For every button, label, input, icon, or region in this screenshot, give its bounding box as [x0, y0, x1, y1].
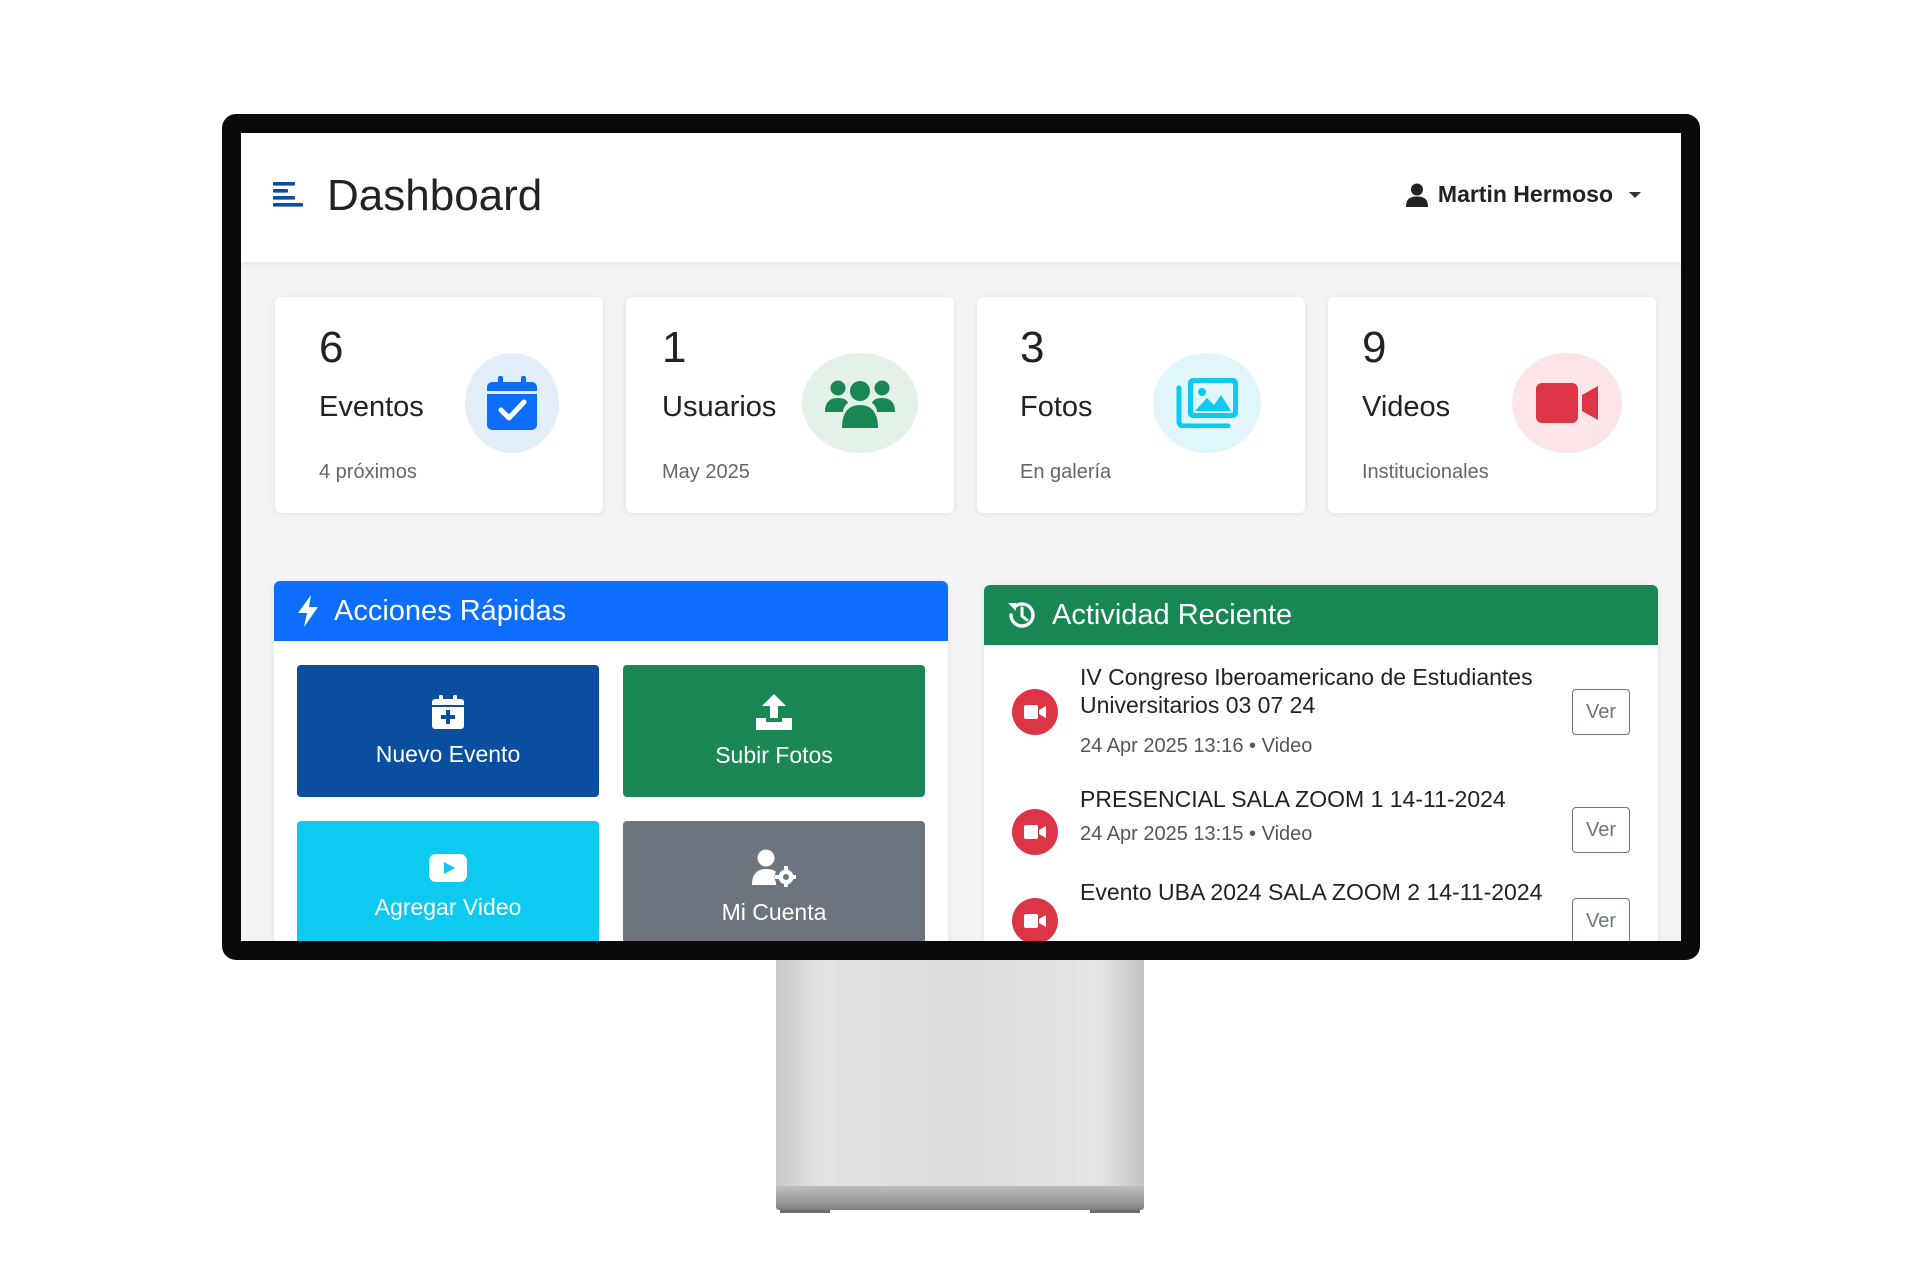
- youtube-icon: [429, 853, 467, 882]
- stat-subtitle: May 2025: [662, 461, 750, 483]
- video-camera-icon: [1512, 353, 1622, 453]
- stat-subtitle: Institucionales: [1362, 461, 1489, 483]
- user-gear-icon: [752, 849, 796, 887]
- user-name: Martin Hermoso: [1437, 181, 1613, 207]
- menu-toggle-icon[interactable]: [273, 179, 305, 211]
- new-event-label: Nuevo Evento: [375, 740, 521, 767]
- user-dropdown[interactable]: Martin Hermoso: [1405, 181, 1641, 208]
- calendar-plus-icon: [432, 694, 464, 729]
- upload-photos-button[interactable]: Subir Fotos: [623, 665, 925, 797]
- my-account-label: Mi Cuenta: [721, 898, 827, 925]
- upload-photos-label: Subir Fotos: [715, 741, 833, 768]
- stat-card-usuarios: 1 Usuarios May 2025: [626, 297, 954, 513]
- monitor-screen: Dashboard Martin Hermoso 6 Eventos 4 pró…: [241, 133, 1681, 941]
- monitor-stand-base: [776, 1186, 1144, 1213]
- my-account-button[interactable]: Mi Cuenta: [623, 821, 925, 941]
- users-icon: [802, 353, 918, 453]
- stat-number: 3: [1020, 323, 1045, 372]
- video-icon: [1012, 898, 1058, 941]
- quick-actions-header: Acciones Rápidas: [274, 581, 948, 641]
- images-icon: [1153, 353, 1261, 453]
- activity-meta: 24 Apr 2025 13:16 • Video: [1080, 735, 1313, 757]
- stat-number: 9: [1362, 323, 1387, 372]
- recent-activity-title: Actividad Reciente: [1052, 598, 1293, 631]
- user-icon: [1405, 183, 1428, 207]
- view-button[interactable]: Ver: [1572, 807, 1630, 853]
- activity-title: PRESENCIAL SALA ZOOM 1 14-11-2024: [1080, 786, 1506, 812]
- page-title: Dashboard: [327, 171, 543, 220]
- activity-item: PRESENCIAL SALA ZOOM 1 14-11-2024 24 Apr…: [984, 765, 1658, 875]
- recent-activity-panel: Actividad Reciente IV Congreso Iberoamer…: [984, 585, 1658, 941]
- activity-meta: 24 Apr 2025 13:15 • Video: [1080, 823, 1313, 845]
- quick-actions-panel: Acciones Rápidas Nuevo Evento Subir Foto…: [274, 581, 948, 941]
- video-icon: [1012, 689, 1058, 735]
- stat-card-eventos: 6 Eventos 4 próximos: [275, 297, 603, 513]
- stat-label: Eventos: [319, 391, 424, 423]
- activity-item: Evento UBA 2024 SALA ZOOM 2 14-11-2024 V…: [984, 870, 1658, 941]
- activity-title: Evento UBA 2024 SALA ZOOM 2 14-11-2024: [1080, 879, 1543, 905]
- stat-label: Fotos: [1020, 391, 1093, 423]
- activity-title: IV Congreso Iberoamericano de Estudiante…: [1080, 664, 1533, 718]
- video-icon: [1012, 809, 1058, 855]
- page: Dashboard Martin Hermoso 6 Eventos 4 pró…: [0, 0, 1920, 1280]
- history-icon: [1008, 602, 1035, 628]
- stat-number: 6: [319, 323, 344, 372]
- new-event-button[interactable]: Nuevo Evento: [297, 665, 599, 797]
- calendar-check-icon: [465, 353, 559, 453]
- view-button[interactable]: Ver: [1572, 898, 1630, 941]
- stat-number: 1: [662, 323, 687, 372]
- caret-down-icon: [1629, 191, 1641, 198]
- view-button[interactable]: Ver: [1572, 689, 1630, 735]
- stat-label: Usuarios: [662, 391, 777, 423]
- top-navbar: Dashboard Martin Hermoso: [241, 133, 1681, 262]
- recent-activity-header: Actividad Reciente: [984, 585, 1658, 645]
- stat-card-videos: 9 Videos Institucionales: [1328, 297, 1656, 513]
- activity-item: IV Congreso Iberoamericano de Estudiante…: [984, 645, 1658, 775]
- quick-actions-title: Acciones Rápidas: [334, 594, 567, 627]
- stat-label: Videos: [1362, 391, 1451, 423]
- stat-card-fotos: 3 Fotos En galería: [977, 297, 1305, 513]
- stat-subtitle: 4 próximos: [319, 461, 417, 483]
- monitor-stand: [776, 960, 1144, 1188]
- bolt-icon: [298, 595, 318, 627]
- add-video-label: Agregar Video: [374, 893, 522, 920]
- stat-subtitle: En galería: [1020, 461, 1112, 483]
- upload-icon: [756, 693, 792, 730]
- add-video-button[interactable]: Agregar Video: [297, 821, 599, 941]
